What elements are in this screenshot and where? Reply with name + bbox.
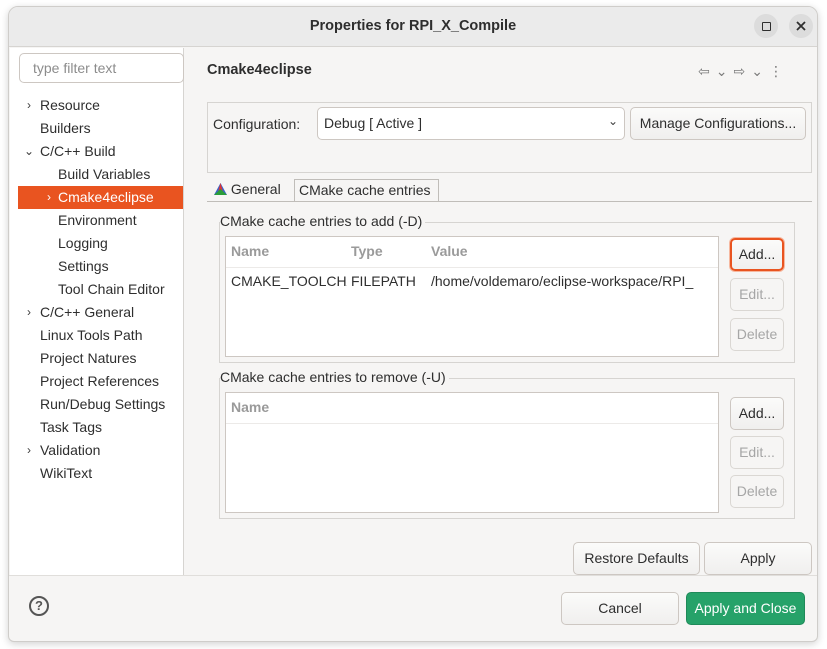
cache-entries-add-group: CMake cache entries to add (-D) Name Typ… [219,213,795,363]
tree-item-tool-chain-editor[interactable]: Tool Chain Editor [58,278,165,301]
remove-group-title: CMake cache entries to remove (-U) [220,369,449,385]
tree-item-cpp-build[interactable]: ⌄ C/C++ Build [10,140,183,163]
cancel-button[interactable]: Cancel [561,592,679,625]
tab-divider [207,201,812,202]
tree-item-linux-tools-path[interactable]: Linux Tools Path [40,324,142,347]
page-navigation: ⇦ ⌄ ⇨ ⌄ ⋮ [698,63,783,80]
configuration-panel: Configuration: Debug [ Active ] ⌄ Manage… [207,102,812,173]
tab-cmake-cache-entries[interactable]: CMake cache entries [294,179,439,201]
filter-input[interactable]: type filter text [19,53,184,83]
table-cell-value[interactable]: /home/voldemaro/eclipse-workspace/RPI_ [431,273,718,289]
chevron-down-icon: ⌄ [607,114,618,128]
delete-remove-entry-button[interactable]: Delete [730,475,784,508]
tree-item-wikitext[interactable]: WikiText [40,462,92,485]
back-menu-chevron-icon[interactable]: ⌄ [716,63,728,80]
cache-entries-remove-group: CMake cache entries to remove (-U) Name … [219,369,795,519]
restore-defaults-button[interactable]: Restore Defaults [573,542,700,575]
page-title: Cmake4eclipse [207,62,312,78]
tree-item-builders[interactable]: Builders [40,117,91,140]
configuration-label: Configuration: [213,116,301,132]
dialog-button-bar: ? Cancel Apply and Close [9,575,817,641]
property-tree-pane: type filter text › Resource Builders ⌄ C… [10,48,184,575]
tree-item-environment[interactable]: Environment [58,209,137,232]
help-icon[interactable]: ? [29,596,49,616]
table-cell-name[interactable]: CMAKE_TOOLCHAIN_FILE [231,273,347,289]
close-button[interactable] [789,14,813,38]
property-page: Cmake4eclipse ⇦ ⌄ ⇨ ⌄ ⋮ Configuration: D… [193,48,817,575]
column-header-type[interactable]: Type [351,243,383,259]
chevron-down-icon[interactable]: ⌄ [22,140,36,163]
apply-button[interactable]: Apply [704,542,812,575]
apply-and-close-button[interactable]: Apply and Close [686,592,805,625]
back-icon[interactable]: ⇦ [698,63,710,80]
add-entries-table[interactable]: Name Type Value CMAKE_TOOLCHAIN_FILE FIL… [225,236,719,357]
maximize-icon [761,21,771,31]
tree-item-run-debug-settings[interactable]: Run/Debug Settings [40,393,165,416]
tree-item-project-references[interactable]: Project References [40,370,159,393]
chevron-right-icon[interactable]: › [42,186,56,209]
tree-item-build-variables[interactable]: Build Variables [58,163,150,186]
tree-item-logging[interactable]: Logging [58,232,108,255]
properties-dialog: Properties for RPI_X_Compile type filter… [8,6,818,642]
column-header-name[interactable]: Name [231,243,269,259]
tree-item-project-natures[interactable]: Project Natures [40,347,136,370]
forward-icon[interactable]: ⇨ [733,63,745,80]
chevron-right-icon[interactable]: › [22,94,36,117]
edit-remove-entry-button[interactable]: Edit... [730,436,784,469]
tree-item-label: C/C++ Build [40,143,116,159]
maximize-button[interactable] [754,14,778,38]
add-remove-entry-button[interactable]: Add... [730,397,784,430]
tree-item-label: Cmake4eclipse [58,189,154,205]
add-entry-button[interactable]: Add... [730,238,784,271]
tree-item-validation[interactable]: › Validation [10,439,183,462]
tab-general-label: General [230,181,281,197]
forward-menu-chevron-icon[interactable]: ⌄ [751,63,763,80]
table-header-divider [226,423,718,424]
tree-item-label: Resource [40,97,100,113]
configuration-selected-value: Debug [ Active ] [324,115,423,131]
add-group-title: CMake cache entries to add (-D) [220,213,426,229]
tab-general[interactable]: General [210,179,290,201]
title-bar: Properties for RPI_X_Compile [9,7,817,47]
close-icon [796,21,806,31]
manage-configurations-button[interactable]: Manage Configurations... [630,107,806,140]
configuration-select[interactable]: Debug [ Active ] ⌄ [317,107,625,140]
edit-entry-button[interactable]: Edit... [730,278,784,311]
chevron-right-icon[interactable]: › [22,439,36,462]
tree-item-cmake4eclipse[interactable]: › Cmake4eclipse [18,186,183,209]
cmake-triangle-icon [214,183,227,195]
tree-item-label: C/C++ General [40,304,135,320]
tree-item-cpp-general[interactable]: › C/C++ General [10,301,183,324]
tree-item-resource[interactable]: › Resource [10,94,183,117]
delete-entry-button[interactable]: Delete [730,318,784,351]
column-header-name[interactable]: Name [231,399,269,415]
table-header-divider [226,267,718,268]
chevron-right-icon[interactable]: › [22,301,36,324]
tree-item-settings[interactable]: Settings [58,255,109,278]
window-title: Properties for RPI_X_Compile [309,18,517,34]
column-header-value[interactable]: Value [431,243,468,259]
table-cell-type[interactable]: FILEPATH [351,273,427,289]
tree-item-label: Validation [40,442,101,458]
remove-entries-table[interactable]: Name [225,392,719,513]
more-options-icon[interactable]: ⋮ [769,63,783,80]
tree-item-task-tags[interactable]: Task Tags [40,416,102,439]
